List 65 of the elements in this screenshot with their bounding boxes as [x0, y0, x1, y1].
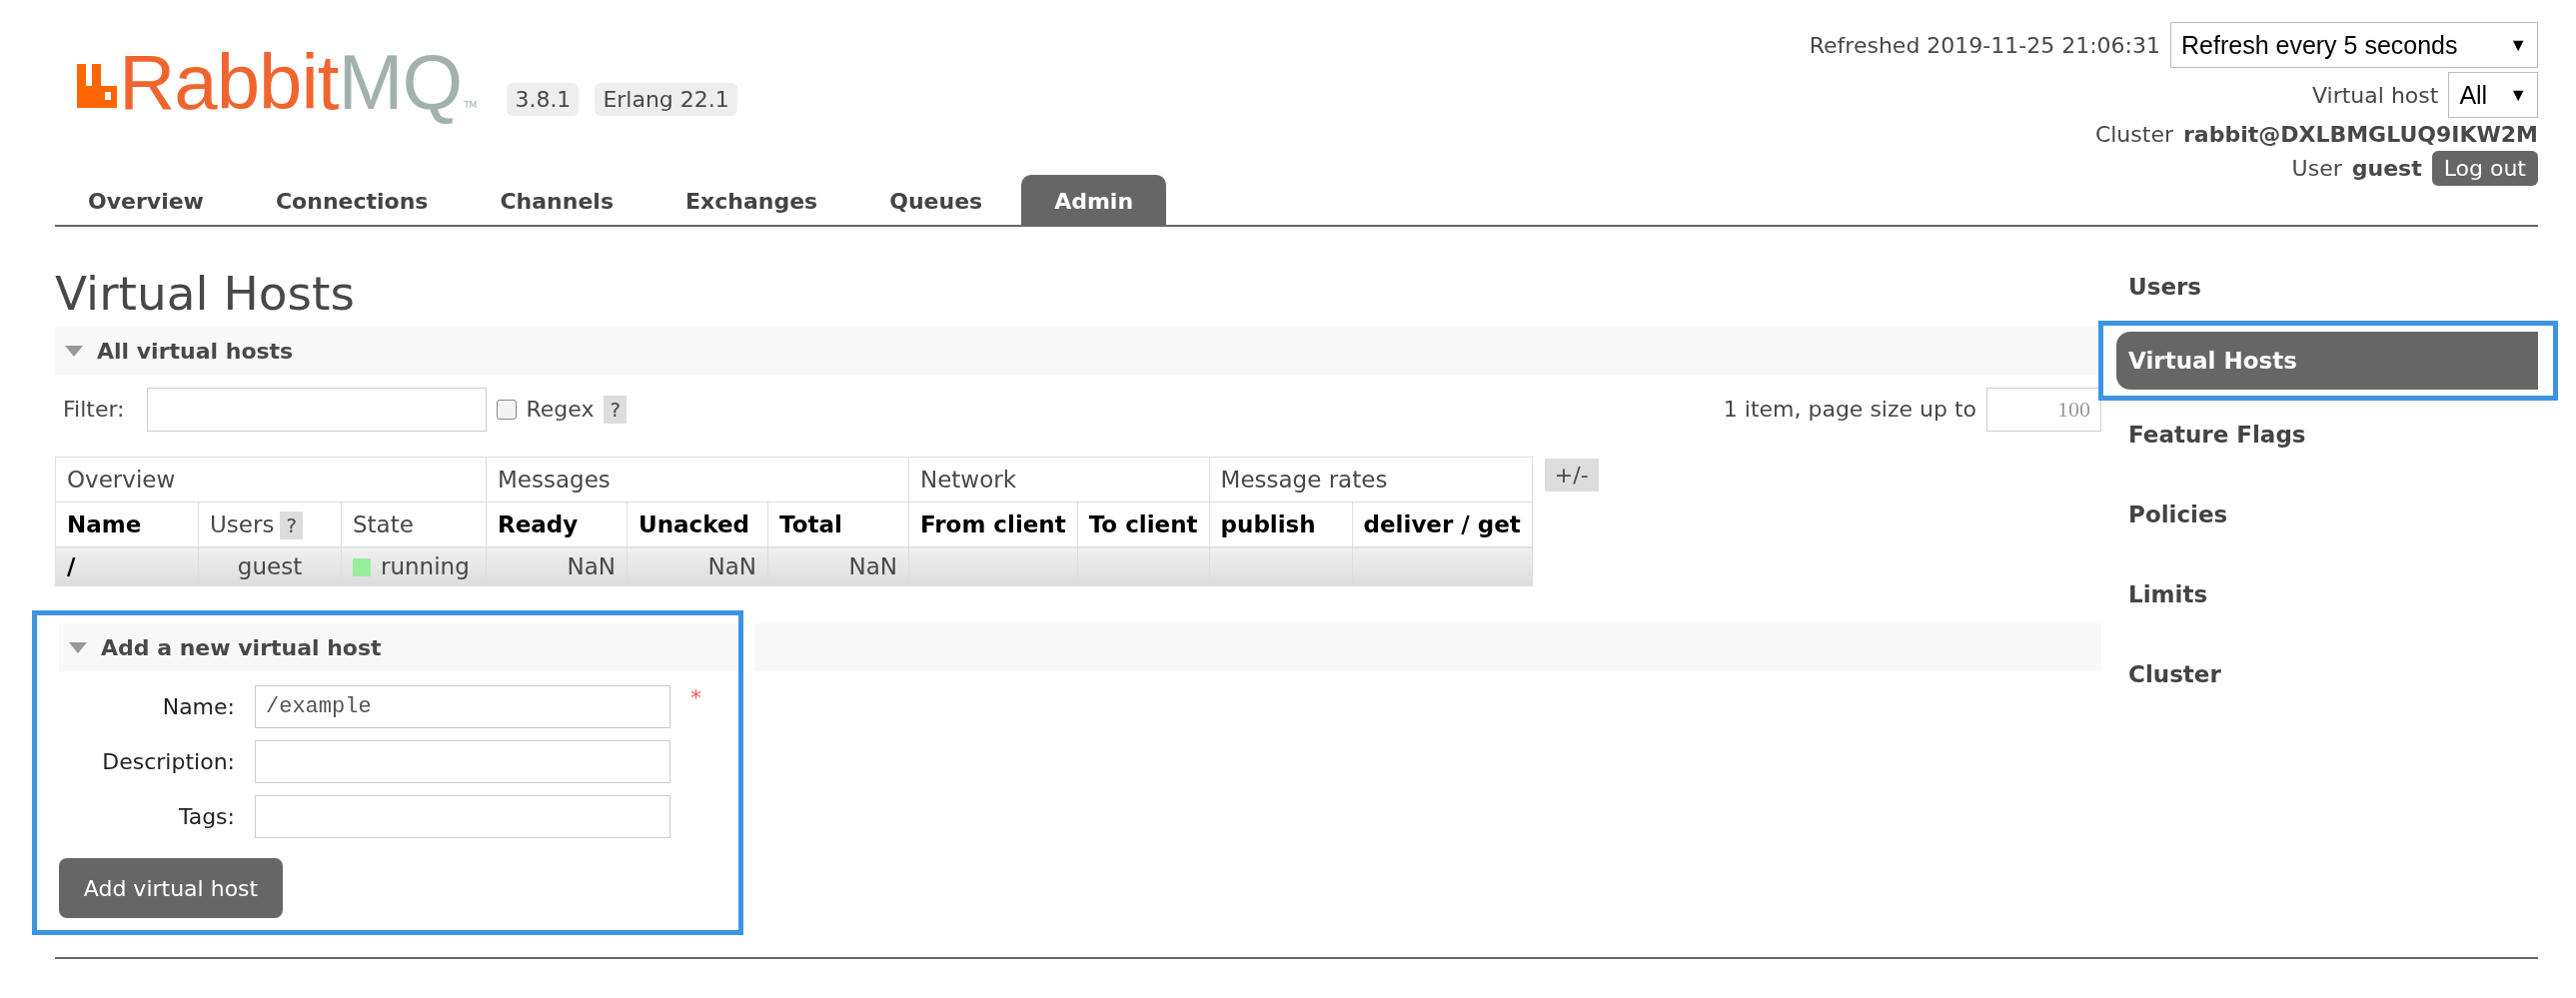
table-cell: guest [198, 546, 342, 586]
nav-tab[interactable]: Exchanges [652, 175, 851, 225]
nav-tab[interactable]: Connections [242, 175, 462, 225]
table-cell: NaN [767, 546, 909, 586]
virtual-host-select[interactable]: All ▼ [2448, 72, 2538, 118]
columns-toggle-button[interactable]: +/- [1544, 459, 1599, 492]
field-label: Description: [101, 749, 235, 774]
logo-text: RabbitMQ [119, 38, 463, 128]
nav-tab[interactable]: Channels [467, 175, 646, 225]
regex-label: Regex [526, 397, 595, 422]
column-header: deliver / get [1363, 511, 1521, 537]
help-button[interactable]: ? [280, 511, 304, 539]
logo-icon [77, 64, 117, 108]
table-cell: NaN [627, 546, 768, 586]
column-header: Total [779, 511, 842, 537]
column-group-header: Overview [55, 457, 487, 502]
sidebar-item[interactable]: Users [2116, 254, 2533, 320]
help-button[interactable]: ? [604, 395, 628, 424]
filter-label: Filter: [63, 397, 125, 422]
sidebar-item[interactable]: Virtual Hosts [2116, 332, 2538, 390]
add-virtual-host-button[interactable]: Add virtual host [59, 858, 283, 918]
nav-tab[interactable]: Queues [856, 175, 1016, 225]
nav-tab[interactable]: Overview [55, 175, 237, 225]
virtual-host-label: Virtual host [2312, 82, 2439, 108]
nav-tab[interactable]: Admin [1021, 175, 1167, 225]
input-field[interactable] [255, 795, 670, 838]
input-field[interactable] [255, 740, 670, 783]
cluster-label: Cluster [2094, 122, 2173, 147]
refreshed-text: Refreshed 2019-11-25 21:06:31 [1809, 32, 2160, 58]
column-header: State [353, 511, 414, 537]
table-cell: NaN [486, 546, 628, 586]
required-mark: * [690, 685, 701, 710]
filter-input[interactable] [146, 387, 487, 432]
input-field[interactable]: /example [255, 685, 670, 728]
refresh-select[interactable]: Refresh every 5 seconds ▼ [2170, 22, 2538, 68]
paging-text: 1 item, page size up to [1723, 397, 1977, 422]
column-header: From client [920, 511, 1066, 537]
sidebar-item[interactable]: Policies [2116, 482, 2533, 547]
column-header: Ready [498, 511, 579, 537]
column-group-header: Messages [486, 457, 909, 502]
section-header[interactable]: Add a new virtual host [59, 623, 738, 671]
page-title: Virtual Hosts [55, 265, 356, 323]
column-header: Unacked [639, 511, 749, 537]
sidebar-item[interactable]: Limits [2116, 561, 2533, 627]
field-label: Tags: [177, 804, 235, 829]
trademark-mark: TM [464, 100, 478, 110]
logout-button[interactable]: Log out [2431, 151, 2538, 186]
column-group-header: Message rates [1209, 457, 1533, 502]
column-group-header: Network [908, 457, 1210, 502]
version-badge: 3.8.1 [507, 83, 580, 116]
column-header: publish [1220, 511, 1316, 537]
cluster-name: rabbit@DXLBMGLUQ9IKW2M [2182, 122, 2538, 147]
state-text: running [381, 553, 470, 579]
column-header: Users [210, 511, 275, 537]
version-badge: Erlang 22.1 [595, 83, 737, 116]
regex-checkbox[interactable] [496, 399, 517, 420]
sidebar-item[interactable]: Cluster [2116, 641, 2533, 707]
table-cell: / [55, 546, 199, 586]
user-name: guest [2351, 156, 2422, 181]
user-label: User [2291, 156, 2342, 181]
status-square [353, 558, 371, 576]
sidebar-item[interactable]: Feature Flags [2116, 402, 2533, 468]
column-header: Name [67, 511, 142, 537]
field-label: Name: [161, 694, 235, 719]
column-header: To client [1088, 511, 1198, 537]
